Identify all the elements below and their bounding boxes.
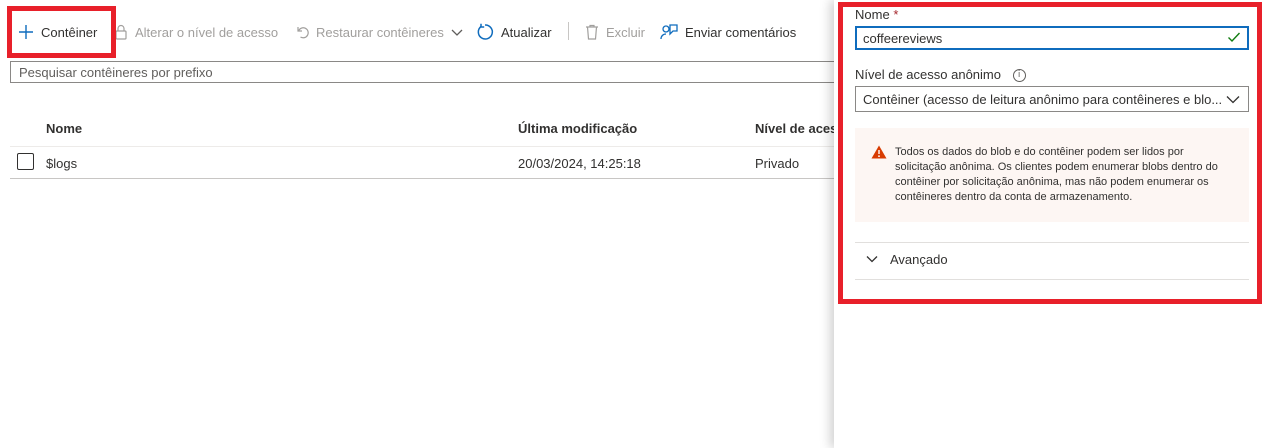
- advanced-label: Avançado: [890, 252, 948, 267]
- column-header-name[interactable]: Nome: [46, 121, 82, 136]
- row-checkbox[interactable]: [17, 153, 34, 170]
- trash-icon: [585, 24, 599, 40]
- delete-label: Excluir: [606, 24, 646, 40]
- advanced-divider-bottom: [855, 279, 1249, 280]
- advanced-divider-top: [855, 242, 1249, 243]
- restore-containers-button[interactable]: Restaurar contêineres: [295, 21, 463, 43]
- info-icon[interactable]: i: [1012, 69, 1026, 83]
- chevron-down-icon: [866, 252, 878, 267]
- column-header-last-modified[interactable]: Última modificação: [518, 121, 637, 136]
- name-label-text: Nome: [855, 7, 890, 22]
- name-field-label: Nome *: [855, 7, 898, 22]
- container-name-input[interactable]: coffeereviews: [855, 26, 1249, 50]
- checkmark-icon: [1227, 30, 1241, 47]
- toolbar-divider: [568, 22, 569, 40]
- container-name-value: coffeereviews: [863, 30, 943, 46]
- send-feedback-label: Enviar comentários: [685, 24, 797, 40]
- warning-message: Todos os dados do blob e do contêiner po…: [855, 128, 1249, 222]
- restore-containers-label: Restaurar contêineres: [316, 24, 444, 40]
- container-name-cell[interactable]: $logs: [46, 156, 77, 171]
- access-level-dropdown[interactable]: Contêiner (acesso de leitura anônimo par…: [855, 86, 1249, 112]
- undo-icon: [295, 24, 309, 40]
- lock-icon: [114, 24, 128, 40]
- plus-icon: [18, 24, 34, 40]
- warning-text: Todos os dados do blob e do contêiner po…: [895, 146, 1218, 203]
- command-bar: Contêiner Alterar o nível de acesso Rest…: [0, 0, 834, 64]
- access-level-value: Contêiner (acesso de leitura anônimo par…: [863, 91, 1223, 107]
- refresh-icon: [476, 23, 494, 41]
- send-feedback-button[interactable]: Enviar comentários: [660, 21, 796, 43]
- feedback-icon: [660, 23, 678, 41]
- column-header-access-level[interactable]: Nível de acess: [755, 121, 845, 136]
- access-level-field-label: Nível de acesso anônimo i: [855, 67, 1026, 83]
- change-access-level-label: Alterar o nível de acesso: [135, 24, 279, 40]
- add-container-label: Contêiner: [41, 24, 98, 40]
- change-access-level-button[interactable]: Alterar o nível de acesso: [114, 21, 278, 43]
- access-level-cell: Privado: [755, 156, 800, 171]
- chevron-down-icon: [451, 26, 463, 38]
- header-divider: [10, 146, 834, 147]
- refresh-label: Atualizar: [501, 24, 552, 40]
- last-modified-cell: 20/03/2024, 14:25:18: [518, 156, 641, 171]
- chevron-down-icon: [1226, 93, 1240, 108]
- search-placeholder: Pesquisar contêineres por prefixo: [19, 64, 213, 80]
- delete-button[interactable]: Excluir: [585, 21, 645, 43]
- refresh-button[interactable]: Atualizar: [476, 21, 552, 43]
- search-input[interactable]: Pesquisar contêineres por prefixo: [10, 61, 834, 83]
- access-label-text: Nível de acesso anônimo: [855, 67, 1001, 82]
- add-container-button[interactable]: Contêiner: [18, 21, 97, 43]
- warning-icon: [871, 145, 887, 162]
- advanced-section-toggle[interactable]: Avançado: [866, 252, 948, 267]
- row-divider: [10, 178, 834, 179]
- required-mark: *: [893, 7, 899, 22]
